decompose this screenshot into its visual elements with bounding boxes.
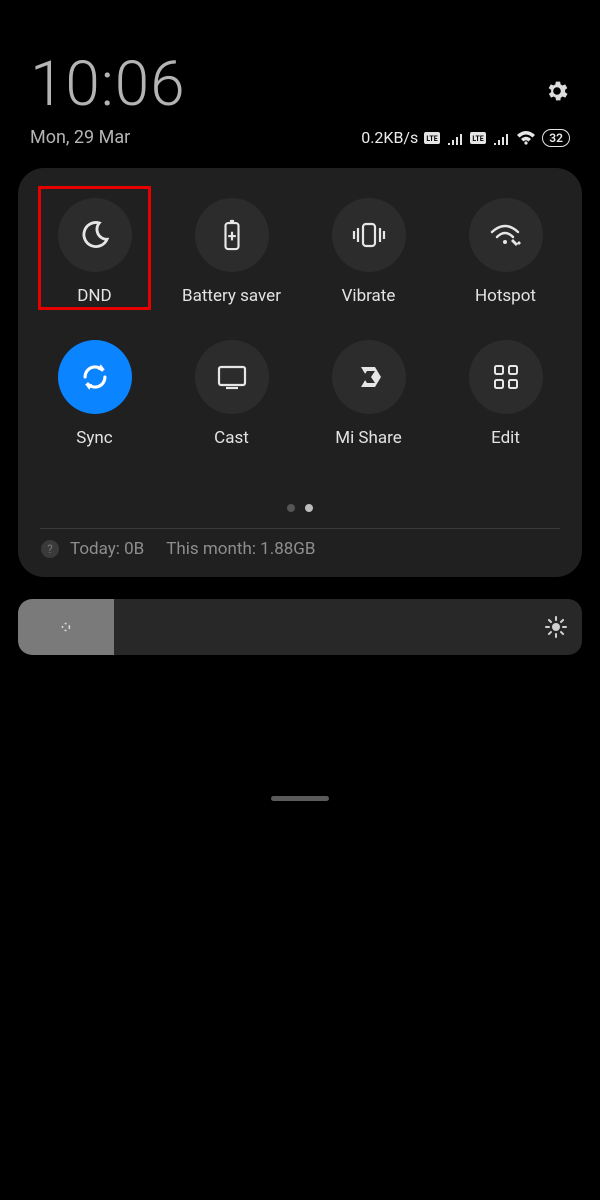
tile-label: Vibrate: [342, 286, 396, 306]
divider: [40, 528, 560, 529]
page-dot[interactable]: [287, 504, 295, 512]
mishare-icon: [332, 340, 406, 414]
usage-month-label: This month:: [166, 539, 256, 559]
clock-time: 10:06: [30, 48, 570, 121]
svg-text:?: ?: [47, 542, 53, 556]
tile-label: DND: [77, 286, 111, 306]
tile-sync[interactable]: Sync: [30, 332, 159, 456]
page-indicator[interactable]: [30, 504, 570, 512]
date-text: Mon, 29 Mar: [30, 127, 130, 148]
usage-today-label: Today:: [70, 539, 120, 559]
wifi-icon: [516, 130, 536, 146]
tile-label: Sync: [76, 428, 112, 448]
tile-label: Mi Share: [335, 428, 402, 448]
volte-icon-1: LTE: [424, 132, 440, 144]
brightness-low-icon: [56, 617, 76, 637]
tile-cast[interactable]: Cast: [167, 332, 296, 456]
brightness-slider[interactable]: [18, 599, 582, 655]
usage-month-value: 1.88GB: [260, 539, 315, 559]
settings-button[interactable]: [544, 78, 570, 104]
tile-label: Edit: [491, 428, 520, 448]
header: 10:06 Mon, 29 Mar 0.2KB/s LTE LTE 32: [0, 0, 600, 148]
tile-dnd[interactable]: DND: [30, 190, 159, 314]
usage-today-value: 0B: [124, 539, 144, 559]
help-icon: ?: [40, 539, 60, 559]
data-rate: 0.2KB/s: [361, 128, 418, 147]
gear-icon: [544, 78, 570, 104]
volte-icon-2: LTE: [470, 132, 486, 144]
vibrate-icon: [332, 198, 406, 272]
tile-edit[interactable]: Edit: [441, 332, 570, 456]
signal-icon-2: [492, 131, 510, 145]
data-usage-row[interactable]: ? Today: 0B This month: 1.88GB: [30, 539, 570, 563]
brightness-high-icon: [544, 615, 568, 639]
tile-vibrate[interactable]: Vibrate: [304, 190, 433, 314]
page-dot[interactable]: [305, 504, 313, 512]
tile-battery-saver[interactable]: Battery saver: [167, 190, 296, 314]
tile-label: Cast: [214, 428, 249, 448]
battery-pill: 32: [542, 129, 570, 147]
tile-label: Hotspot: [475, 286, 536, 306]
quick-settings-panel: DND Battery saver Vibrate Hotspot Sync Cast Mi…: [18, 168, 582, 577]
battery-icon: [195, 198, 269, 272]
svg-text:LTE: LTE: [473, 135, 484, 143]
cast-icon: [195, 340, 269, 414]
moon-icon: [58, 198, 132, 272]
tile-mi-share[interactable]: Mi Share: [304, 332, 433, 456]
wifi-pen-icon: [469, 198, 543, 272]
tile-hotspot[interactable]: Hotspot: [441, 190, 570, 314]
grid-icon: [469, 340, 543, 414]
signal-icon-1: [446, 131, 464, 145]
tiles-grid: DND Battery saver Vibrate Hotspot Sync Cast Mi…: [30, 190, 570, 456]
tile-label: Battery saver: [182, 286, 281, 306]
svg-text:LTE: LTE: [427, 135, 438, 143]
sync-icon: [58, 340, 132, 414]
home-indicator[interactable]: [271, 796, 329, 801]
status-bar: 0.2KB/s LTE LTE 32: [361, 128, 570, 147]
